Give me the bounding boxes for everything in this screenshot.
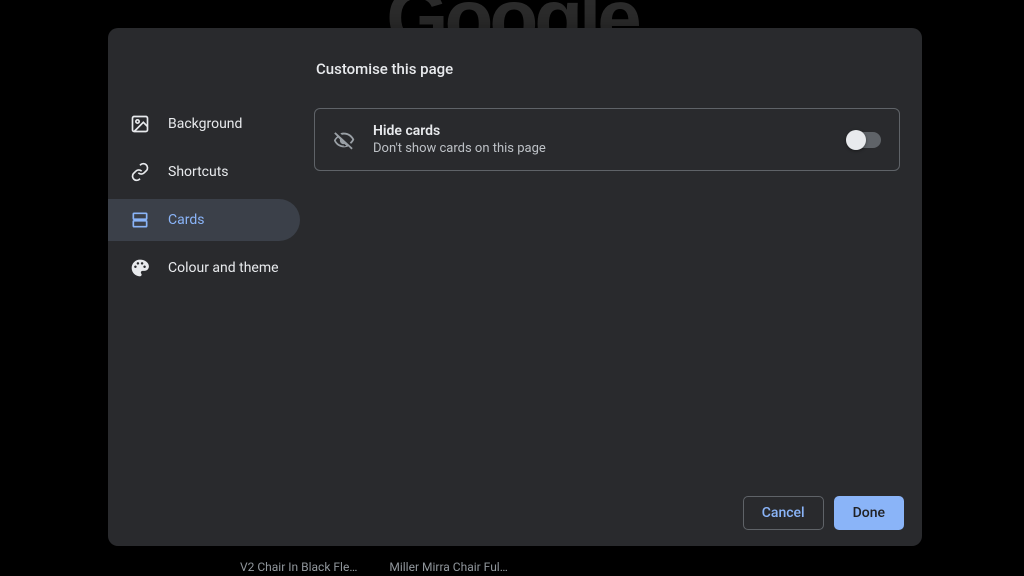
bg-shortcut-label: Miller Mirra Chair Ful… bbox=[389, 560, 507, 574]
cancel-button[interactable]: Cancel bbox=[743, 496, 824, 530]
sidebar-item-colour-theme[interactable]: Colour and theme bbox=[108, 247, 300, 289]
dialog-body: Background Shortcuts C bbox=[108, 28, 922, 484]
visibility-off-icon bbox=[333, 129, 355, 151]
link-icon bbox=[130, 162, 150, 182]
hide-cards-option: Hide cards Don't show cards on this page bbox=[314, 108, 900, 171]
sidebar-item-shortcuts[interactable]: Shortcuts bbox=[108, 151, 300, 193]
sidebar-item-background[interactable]: Background bbox=[108, 103, 300, 145]
palette-icon bbox=[130, 258, 150, 278]
hide-cards-toggle[interactable] bbox=[847, 132, 881, 148]
main-panel: Customise this page Hide cards Don't sho… bbox=[308, 28, 922, 484]
customise-dialog: Background Shortcuts C bbox=[108, 28, 922, 546]
dialog-footer: Cancel Done bbox=[108, 484, 922, 546]
bg-shortcut-label: V2 Chair In Black Fle… bbox=[240, 560, 357, 574]
background-shortcut-row: V2 Chair In Black Fle… Miller Mirra Chai… bbox=[240, 560, 508, 574]
cards-icon bbox=[130, 210, 150, 230]
toggle-knob bbox=[846, 130, 866, 150]
sidebar-item-cards[interactable]: Cards bbox=[108, 199, 300, 241]
sidebar-item-label: Background bbox=[168, 116, 242, 132]
image-icon bbox=[130, 114, 150, 134]
option-description: Don't show cards on this page bbox=[373, 141, 829, 156]
done-button[interactable]: Done bbox=[834, 496, 904, 530]
sidebar-item-label: Cards bbox=[168, 212, 204, 228]
sidebar: Background Shortcuts C bbox=[108, 28, 308, 484]
panel-title: Customise this page bbox=[316, 60, 900, 78]
sidebar-item-label: Colour and theme bbox=[168, 260, 279, 276]
sidebar-item-label: Shortcuts bbox=[168, 164, 229, 180]
option-title: Hide cards bbox=[373, 123, 829, 139]
option-text: Hide cards Don't show cards on this page bbox=[373, 123, 829, 156]
